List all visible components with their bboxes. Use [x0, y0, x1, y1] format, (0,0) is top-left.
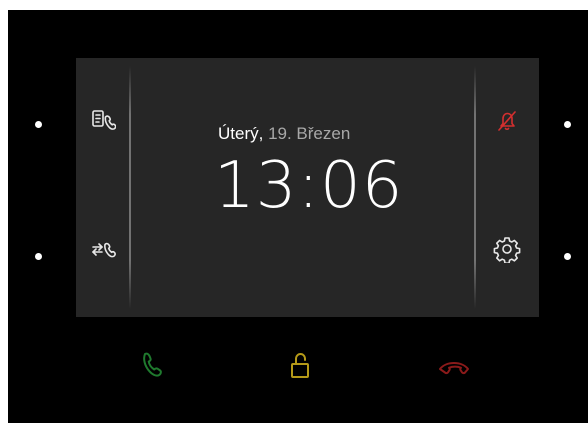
indicator-led-bottom-right — [564, 253, 571, 260]
bell-muted-icon — [494, 108, 520, 134]
answer-call-button[interactable] — [130, 346, 174, 390]
unlock-padlock-icon — [286, 350, 314, 387]
settings-gear-icon — [493, 235, 521, 263]
left-divider — [129, 66, 131, 309]
phone-hangup-icon — [437, 354, 471, 383]
indicator-led-top-left — [35, 121, 42, 128]
call-forward-button[interactable] — [85, 231, 121, 267]
settings-button[interactable] — [489, 231, 525, 267]
mute-button[interactable] — [489, 103, 525, 139]
indicator-led-bottom-left — [35, 253, 42, 260]
date-display: Úterý, 19. Březen — [218, 124, 350, 144]
call-forward-icon — [90, 236, 116, 262]
hang-up-button[interactable] — [432, 346, 476, 390]
intercom-panel: Úterý, 19. Březen 13:06 — [8, 10, 588, 423]
indicator-led-top-right — [564, 121, 571, 128]
right-divider — [474, 66, 476, 309]
call-log-icon — [90, 108, 116, 134]
display-screen: Úterý, 19. Březen 13:06 — [76, 58, 539, 317]
date-label: 19. Březen — [268, 124, 351, 143]
call-log-button[interactable] — [85, 103, 121, 139]
unlock-door-button[interactable] — [278, 346, 322, 390]
weekday-label: Úterý, — [218, 124, 264, 143]
phone-answer-icon — [136, 350, 168, 387]
time-display: 13:06 — [214, 149, 404, 223]
